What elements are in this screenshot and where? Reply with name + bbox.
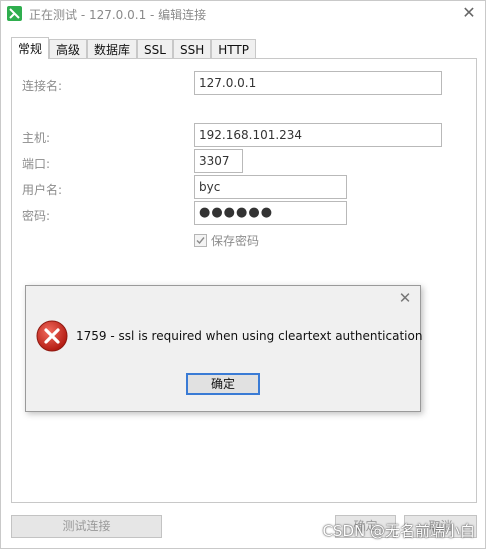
password-field[interactable]: ●●●●●● — [194, 201, 347, 225]
error-icon — [36, 320, 68, 352]
port-label: 端口: — [22, 157, 51, 171]
test-connection-button[interactable]: 测试连接 — [11, 515, 162, 538]
connection-name-label: 连接名: — [22, 79, 63, 93]
edit-connection-window: 正在测试 - 127.0.0.1 - 编辑连接 ✕ 常规 高级 数据库 SSL … — [0, 0, 486, 549]
dialog-ok-button[interactable]: 确定 — [186, 373, 260, 395]
title-bar: 正在测试 - 127.0.0.1 - 编辑连接 ✕ — [1, 1, 485, 27]
save-password-row[interactable]: 保存密码 — [194, 232, 259, 249]
dialog-close-icon[interactable]: ✕ — [398, 291, 412, 306]
save-password-checkbox[interactable] — [194, 234, 207, 247]
username-field[interactable]: byc — [194, 175, 347, 199]
watermark: CSDN @无名前端小白 — [322, 522, 475, 540]
host-field[interactable]: 192.168.101.234 — [194, 123, 442, 147]
tab-ssl[interactable]: SSL — [137, 39, 173, 59]
window-title: 正在测试 - 127.0.0.1 - 编辑连接 — [29, 8, 207, 22]
connection-name-field[interactable]: 127.0.0.1 — [194, 71, 442, 95]
navicat-app-icon — [7, 6, 22, 21]
password-label: 密码: — [22, 209, 51, 223]
error-message: 1759 - ssl is required when using cleart… — [76, 329, 423, 343]
window-close-icon[interactable]: ✕ — [461, 5, 477, 21]
tab-http[interactable]: HTTP — [211, 39, 256, 59]
checkmark-icon — [196, 237, 205, 245]
host-label: 主机: — [22, 131, 51, 145]
username-label: 用户名: — [22, 183, 63, 197]
tab-databases[interactable]: 数据库 — [87, 39, 138, 59]
tab-ssh[interactable]: SSH — [172, 39, 212, 59]
tab-strip: 常规 高级 数据库 SSL SSH HTTP — [11, 37, 256, 59]
error-dialog: ✕ 1759 - ssl is required when using clea… — [25, 285, 423, 412]
tab-general[interactable]: 常规 — [11, 37, 50, 59]
save-password-label: 保存密码 — [211, 234, 260, 248]
tab-advanced[interactable]: 高级 — [49, 39, 88, 59]
port-field[interactable]: 3307 — [194, 149, 243, 173]
